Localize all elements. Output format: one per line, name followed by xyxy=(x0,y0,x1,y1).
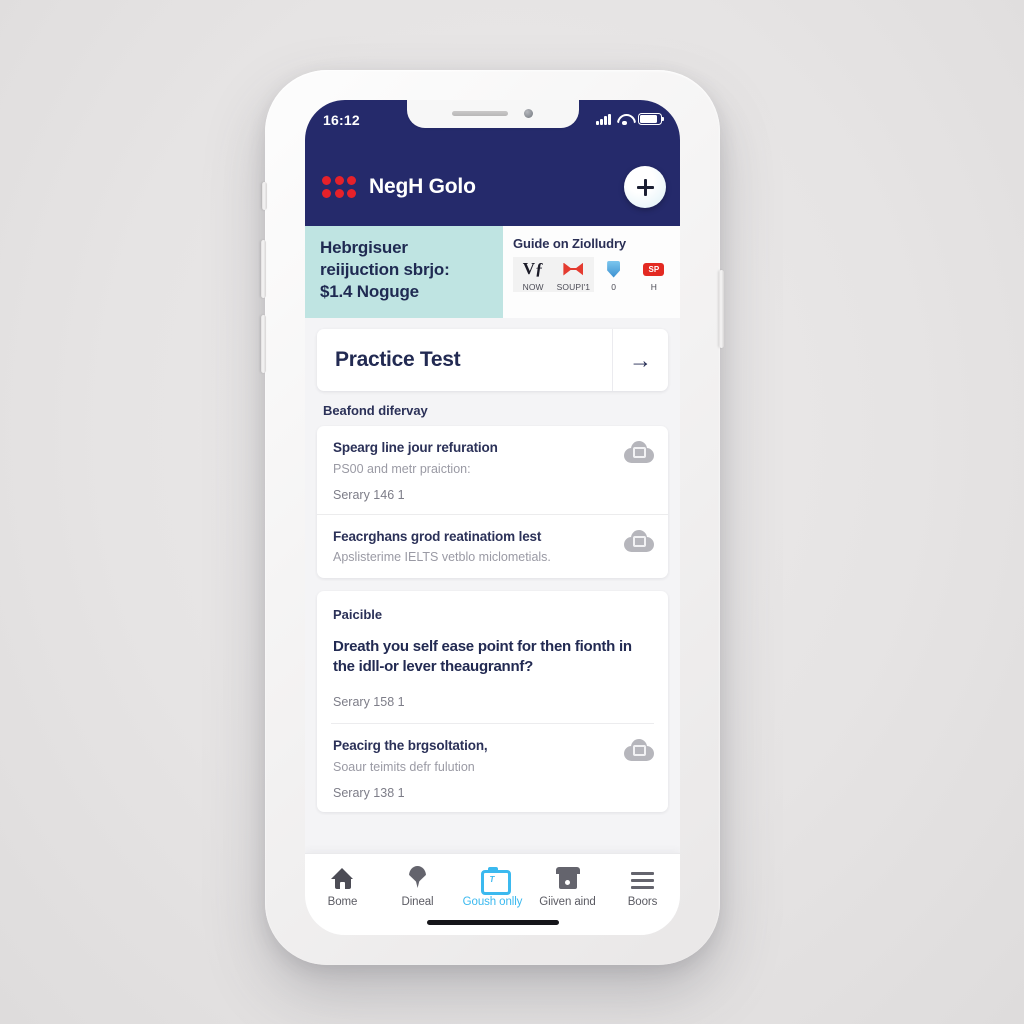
quick-action-label: 0 xyxy=(611,282,617,292)
store-icon xyxy=(555,865,580,889)
power-button[interactable] xyxy=(719,270,724,348)
quick-action-soup[interactable]: SOUPI'1 xyxy=(553,257,594,292)
cloud-upload-icon xyxy=(624,441,654,463)
arrow-right-icon[interactable]: → xyxy=(612,329,668,391)
status-indicators xyxy=(596,112,665,125)
cloud-upload-icon xyxy=(624,529,654,552)
list-item-subtitle: Apslisterime IELTS vetblo miclometials. xyxy=(333,550,551,565)
quick-action-row: Vƒ NOW SOUPI'1 0 SP H xyxy=(513,257,674,292)
main-content: Practice Test → Beafond difervay Spearg … xyxy=(305,318,680,935)
vs-icon: Vƒ xyxy=(522,259,544,278)
quick-action-label: SOUPI'1 xyxy=(556,282,591,292)
plus-icon xyxy=(636,178,654,196)
nav-item-label: Giiven aind xyxy=(539,896,596,908)
nav-item-goush[interactable]: T Goush onlly xyxy=(455,865,530,908)
battery-icon xyxy=(638,113,665,125)
ribbon-icon xyxy=(563,259,584,279)
nav-item-given[interactable]: Giiven aind xyxy=(530,865,605,908)
nav-item-deals[interactable]: Dineal xyxy=(380,865,455,908)
list-item[interactable]: Feacrghans grod reatinatiom lest Apslist… xyxy=(317,513,668,578)
volume-down-button[interactable] xyxy=(261,315,266,373)
nav-item-books[interactable]: Boors xyxy=(605,865,680,908)
nav-item-label: Goush onlly xyxy=(462,896,523,908)
list-item-body: Feacrghans grod reatinatiom lest Apslist… xyxy=(333,528,614,566)
guide-panel: Guide on Ziolludry Vƒ NOW SOUPI'1 0 SP H xyxy=(503,226,680,318)
wifi-icon xyxy=(617,114,632,125)
nav-item-label: Boors xyxy=(627,896,658,908)
front-camera xyxy=(524,108,533,118)
cloud-upload-icon xyxy=(624,739,654,762)
list-item[interactable]: Spearg line jour refuration PS00 and met… xyxy=(317,426,668,514)
app-header: NegH Golo xyxy=(305,148,680,226)
promo-strip: Hebrgisuer reiijuction sbrjo: $1.4 Nogug… xyxy=(305,226,680,318)
question-card-top[interactable]: Paicible Dreath you self ease point for … xyxy=(317,591,668,724)
status-time: 16:12 xyxy=(323,112,360,128)
list-item-title: Spearg line jour refuration xyxy=(333,440,498,455)
list-item-body: Peacirg the brgsoltation, Soaur teimits … xyxy=(333,737,614,800)
list-item-meta: Serary 138 1 xyxy=(333,786,405,801)
list-item-subtitle: PS00 and metr praiction: xyxy=(333,461,471,476)
shield-icon xyxy=(607,259,621,279)
quick-action-stamp[interactable]: SP H xyxy=(634,257,674,292)
quick-action-label: NOW xyxy=(522,282,544,292)
practice-test-card[interactable]: Practice Test → xyxy=(317,329,668,391)
nav-item-label: Dineal xyxy=(401,896,434,908)
home-indicator[interactable] xyxy=(426,920,559,925)
home-icon xyxy=(331,865,354,889)
list-item-title: Peacirg the brgsoltation, xyxy=(333,738,488,754)
list-item-title: Feacrghans grod reatinatiom lest xyxy=(333,528,542,544)
section-heading: Beafond difervay xyxy=(323,403,428,418)
quick-action-now[interactable]: Vƒ NOW xyxy=(513,257,554,292)
guide-title: Guide on Ziolludry xyxy=(513,236,627,251)
list-card: Spearg line jour refuration PS00 and met… xyxy=(317,426,668,578)
earpiece-speaker xyxy=(452,110,508,116)
nav-item-label: Bome xyxy=(327,896,358,908)
brand-title: NegH Golo xyxy=(369,175,476,198)
quick-action-label: H xyxy=(650,282,657,292)
list-item-subtitle: Soaur teimits defr fulution xyxy=(333,759,475,774)
question-card: Paicible Dreath you self ease point for … xyxy=(317,590,668,813)
add-button[interactable] xyxy=(624,166,666,208)
question-card-kicker: Paicible xyxy=(333,606,383,622)
promo-line-2: reiijuction sbrjo: xyxy=(320,259,450,279)
promo-line-3: $1.4 Noguge xyxy=(320,281,419,301)
signal-bars-icon xyxy=(596,113,611,125)
promo-banner[interactable]: Hebrgisuer reiijuction sbrjo: $1.4 Nogug… xyxy=(305,226,503,318)
phone-frame: 16:12 NegH Golo Hebrgisuer reiijuction s… xyxy=(261,70,724,965)
volume-up-button[interactable] xyxy=(261,240,266,298)
list-item[interactable]: Peacirg the brgsoltation, Soaur teimits … xyxy=(317,724,668,812)
six-dots-logo-icon xyxy=(322,176,356,198)
question-card-meta: Serary 158 1 xyxy=(333,695,405,710)
device-notch xyxy=(406,100,579,128)
nav-item-home[interactable]: Bome xyxy=(305,865,380,908)
clipboard-icon: T xyxy=(480,865,511,895)
stamp-icon: SP xyxy=(643,259,665,279)
practice-test-title: Practice Test xyxy=(335,348,461,371)
question-card-text: Dreath you self ease point for then fion… xyxy=(333,637,632,675)
list-item-meta: Serary 146 1 xyxy=(333,487,405,502)
list-item-body: Spearg line jour refuration PS00 and met… xyxy=(333,439,614,502)
brand-block: NegH Golo xyxy=(322,175,476,199)
phone-screen: 16:12 NegH Golo Hebrgisuer reiijuction s… xyxy=(305,100,680,935)
menu-icon xyxy=(631,865,654,889)
status-bar: 16:12 xyxy=(305,100,680,148)
location-pin-icon xyxy=(409,865,426,889)
quick-action-shield[interactable]: 0 xyxy=(594,257,634,292)
promo-line-1: Hebrgisuer xyxy=(320,238,408,257)
mute-switch-button[interactable] xyxy=(262,182,267,210)
